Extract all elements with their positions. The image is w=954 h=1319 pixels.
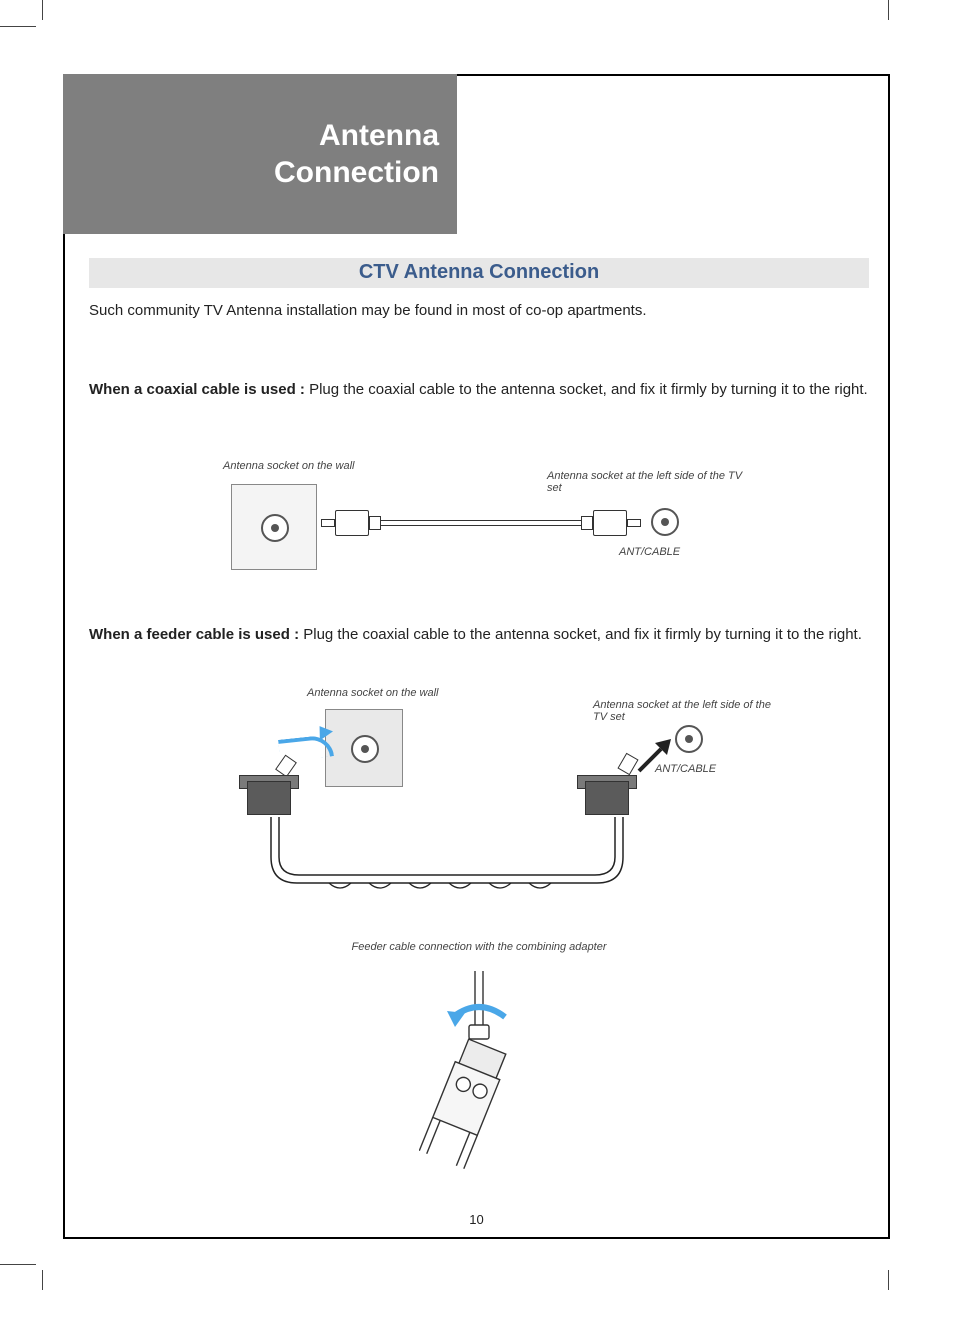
step-1-label: When a coaxial cable is used : bbox=[89, 381, 305, 398]
intro-text: Such community TV Antenna installation m… bbox=[89, 300, 869, 321]
diagram3-caption: Feeder cable connection with the combini… bbox=[89, 941, 869, 953]
page-heading: CTV Antenna Connection bbox=[89, 258, 869, 288]
tv-antenna-socket-icon bbox=[651, 508, 679, 536]
tv-socket-label: Antenna socket at the left side of the T… bbox=[547, 470, 751, 494]
section-title-line2: Connection bbox=[274, 154, 439, 192]
wall-plate-icon bbox=[325, 709, 403, 787]
diagram-feeder: Antenna socket on the wall Antenna socke… bbox=[237, 679, 777, 919]
cable-tip-icon bbox=[321, 519, 335, 527]
crop-mark bbox=[42, 0, 43, 20]
step-1: When a coaxial cable is used : Plug the … bbox=[89, 381, 869, 398]
tv-antenna-socket-icon bbox=[675, 725, 703, 753]
crop-mark bbox=[888, 0, 889, 20]
step-2: When a feeder cable is used : Plug the c… bbox=[89, 626, 869, 643]
step-1-text: Plug the coaxial cable to the antenna so… bbox=[305, 381, 868, 398]
step-2-label: When a feeder cable is used : bbox=[89, 626, 299, 643]
diagram-coaxial: Antenna socket on the wall Antenna socke… bbox=[231, 454, 751, 584]
cable-plug-icon bbox=[593, 510, 627, 536]
page-frame: Antenna Connection CTV Antenna Connectio… bbox=[63, 74, 890, 1239]
port-label: ANT/CABLE bbox=[655, 763, 716, 775]
wall-plate-icon bbox=[231, 484, 317, 570]
cable-plug-icon bbox=[335, 510, 369, 536]
crop-mark bbox=[888, 1270, 889, 1290]
ferrule-icon bbox=[369, 516, 381, 530]
page-number: 10 bbox=[65, 1212, 888, 1227]
coaxial-cable-icon bbox=[381, 520, 581, 526]
crop-mark bbox=[42, 1270, 43, 1290]
feeder-cable-icon bbox=[251, 817, 643, 895]
crop-mark bbox=[0, 26, 36, 27]
crop-mark bbox=[0, 1264, 36, 1265]
cable-tip-icon bbox=[627, 519, 641, 527]
section-title-line1: Antenna bbox=[274, 117, 439, 155]
ferrule-icon bbox=[581, 516, 593, 530]
port-label: ANT/CABLE bbox=[619, 546, 680, 558]
wall-socket-label: Antenna socket on the wall bbox=[223, 460, 354, 472]
wall-socket-label: Antenna socket on the wall bbox=[307, 687, 438, 699]
content-area: CTV Antenna Connection Such community TV… bbox=[89, 258, 869, 1171]
section-title-block: Antenna Connection bbox=[63, 74, 457, 234]
tv-socket-label: Antenna socket at the left side of the T… bbox=[593, 699, 777, 723]
step-2-text: Plug the coaxial cable to the antenna so… bbox=[299, 626, 862, 643]
diagram-combining-adapter bbox=[419, 971, 539, 1171]
